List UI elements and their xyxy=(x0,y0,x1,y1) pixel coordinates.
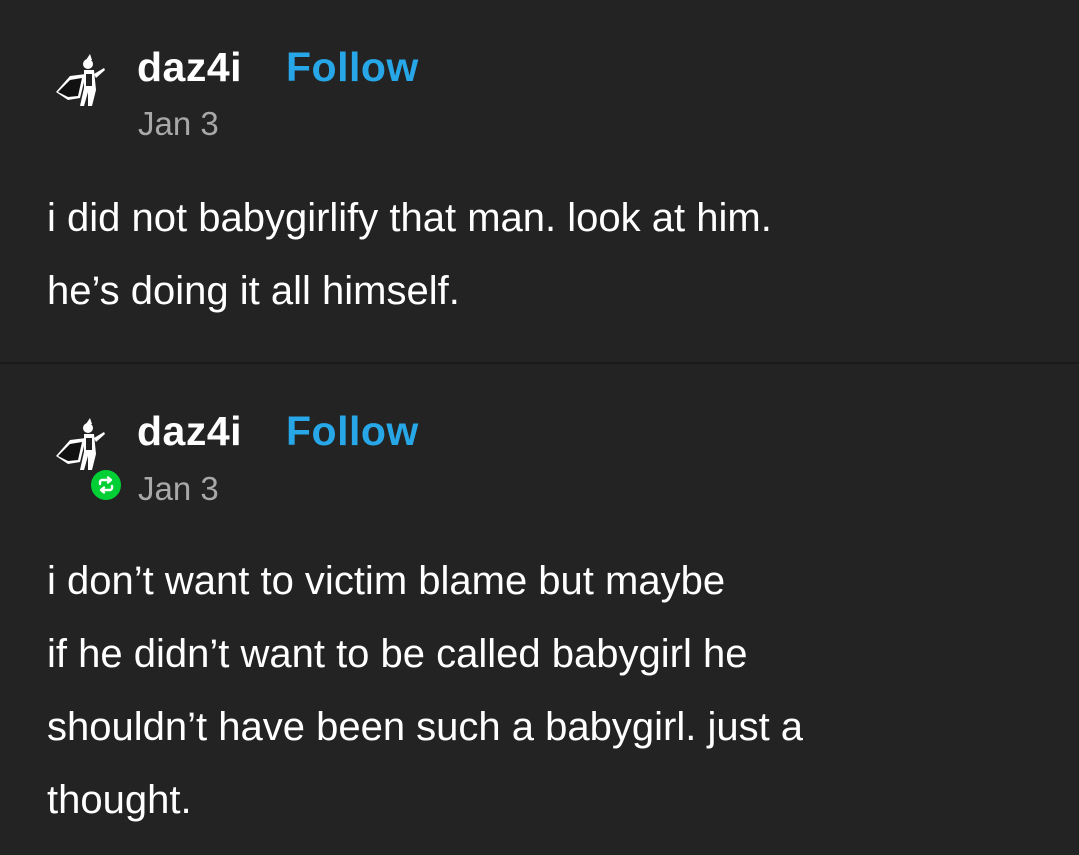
post-body: i don’t want to victim blame but maybe i… xyxy=(47,559,804,822)
reblog-post: daz4i Follow Jan 3 i don’t want to victi… xyxy=(0,0,1079,855)
follow-button[interactable]: Follow xyxy=(286,408,419,455)
reblog-badge xyxy=(88,467,124,503)
reblog-icon xyxy=(98,476,114,494)
username[interactable]: daz4i xyxy=(137,408,242,455)
post-date[interactable]: Jan 3 xyxy=(138,470,219,508)
